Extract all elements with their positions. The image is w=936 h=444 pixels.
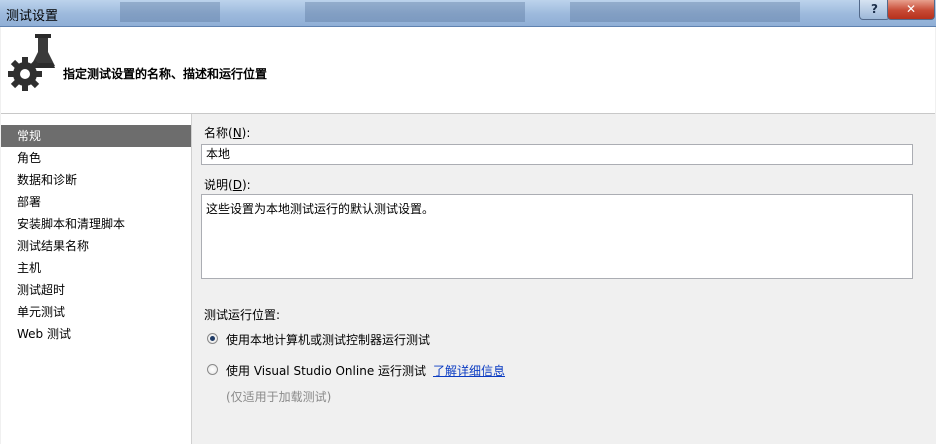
title-bar: 测试设置 ? ✕ [0,0,936,27]
window-title: 测试设置 [6,9,59,24]
background-blur [120,2,220,22]
close-button[interactable]: ✕ [887,0,935,20]
flask-gear-icon [8,34,55,91]
nav-item-general[interactable]: 常规 [1,125,191,147]
description-label: 说明(D): [204,178,251,192]
background-blur [570,2,800,22]
nav-item-deployment[interactable]: 部署 [1,191,191,213]
learn-more-link[interactable]: 了解详细信息 [433,362,505,379]
nav-item-unit-test[interactable]: 单元测试 [1,301,191,323]
nav-item-test-result-name[interactable]: 测试结果名称 [1,235,191,257]
run-local-label[interactable]: 使用本地计算机或测试控制器运行测试 [226,331,430,348]
description-textarea[interactable]: 这些设置为本地测试运行的默认测试设置。 [201,194,913,279]
background-blur [305,2,525,22]
nav-item-roles[interactable]: 角色 [1,147,191,169]
run-online-label[interactable]: 使用 Visual Studio Online 运行测试 [226,362,426,379]
nav-item-test-timeouts[interactable]: 测试超时 [1,279,191,301]
nav-item-hosts[interactable]: 主机 [1,257,191,279]
run-local-radio[interactable] [207,333,218,344]
dialog-header: 指定测试设置的名称、描述和运行位置 [1,27,935,114]
help-button[interactable]: ? [859,0,890,20]
run-location-label: 测试运行位置: [204,308,281,322]
header-description: 指定测试设置的名称、描述和运行位置 [63,67,268,81]
load-test-note: (仅适用于加载测试) [226,390,332,404]
nav-item-setup-cleanup-scripts[interactable]: 安装脚本和清理脚本 [1,213,191,235]
run-online-radio[interactable] [207,364,218,375]
nav-item-data-diagnostics[interactable]: 数据和诊断 [1,169,191,191]
settings-nav: 常规 角色 数据和诊断 部署 安装脚本和清理脚本 测试结果名称 主机 测试超时 … [1,114,192,444]
nav-item-web-test[interactable]: Web 测试 [1,323,191,345]
name-input[interactable]: 本地 [201,144,913,165]
general-settings-panel: 名称(N): 本地 说明(D): 这些设置为本地测试运行的默认测试设置。 测试运… [192,114,936,444]
name-label: 名称(N): [204,126,251,140]
